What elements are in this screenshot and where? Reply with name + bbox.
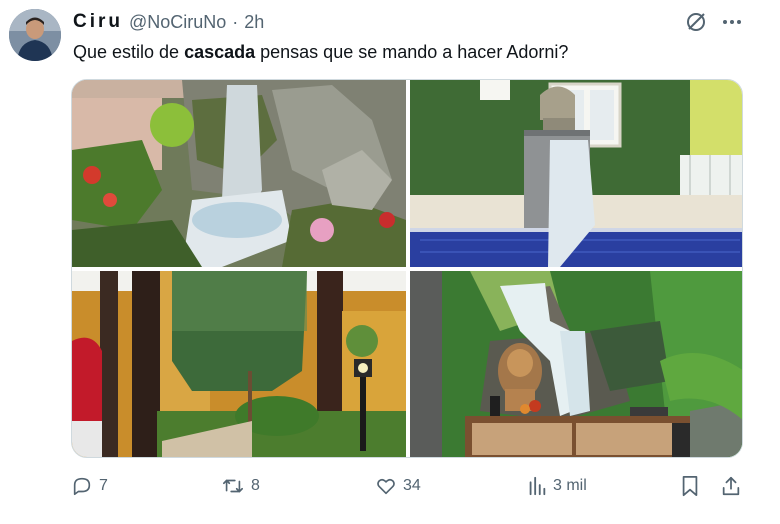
author-handle[interactable]: @NoCiruNo — [129, 12, 226, 33]
views-count: 3 mil — [553, 477, 587, 494]
views-button[interactable]: 3 mil — [527, 472, 587, 500]
tweet-text-bold: cascada — [184, 42, 256, 62]
bookmark-button[interactable] — [680, 472, 700, 500]
tweet-text: Que estilo de cascada pensas que se mand… — [73, 40, 568, 64]
repost-icon — [221, 475, 245, 497]
media-grid — [71, 79, 743, 458]
post-time[interactable]: 2h — [244, 12, 264, 33]
separator-dot: · — [232, 11, 239, 32]
more-icon[interactable] — [718, 10, 746, 34]
like-count: 34 — [403, 477, 421, 494]
bookmark-icon — [680, 475, 700, 497]
repost-button[interactable]: 8 — [221, 472, 260, 500]
repost-count: 8 — [251, 477, 260, 494]
post: Ciru @NoCiruNo · 2h Que estilo de cascad… — [0, 0, 780, 524]
author-name[interactable]: Ciru — [73, 11, 123, 33]
media-image-4[interactable] — [410, 271, 742, 457]
reply-icon — [71, 475, 93, 497]
media-image-2[interactable] — [410, 80, 742, 267]
views-icon — [527, 475, 547, 497]
grok-icon[interactable] — [684, 10, 708, 34]
post-header: Ciru @NoCiruNo · 2h — [73, 10, 264, 34]
like-button[interactable]: 34 — [375, 472, 421, 500]
reply-button[interactable]: 7 — [71, 472, 108, 500]
avatar[interactable] — [9, 9, 61, 61]
tweet-text-end: pensas que se mando a hacer Adorni? — [255, 42, 569, 62]
reply-count: 7 — [99, 477, 108, 494]
like-icon — [375, 475, 397, 497]
media-image-1[interactable] — [72, 80, 406, 267]
tweet-text-start: Que estilo de — [73, 42, 185, 62]
share-icon — [720, 475, 742, 497]
action-bar: 7 8 34 3 mil — [71, 472, 743, 500]
share-button[interactable] — [720, 472, 742, 500]
media-image-3[interactable] — [72, 271, 406, 457]
